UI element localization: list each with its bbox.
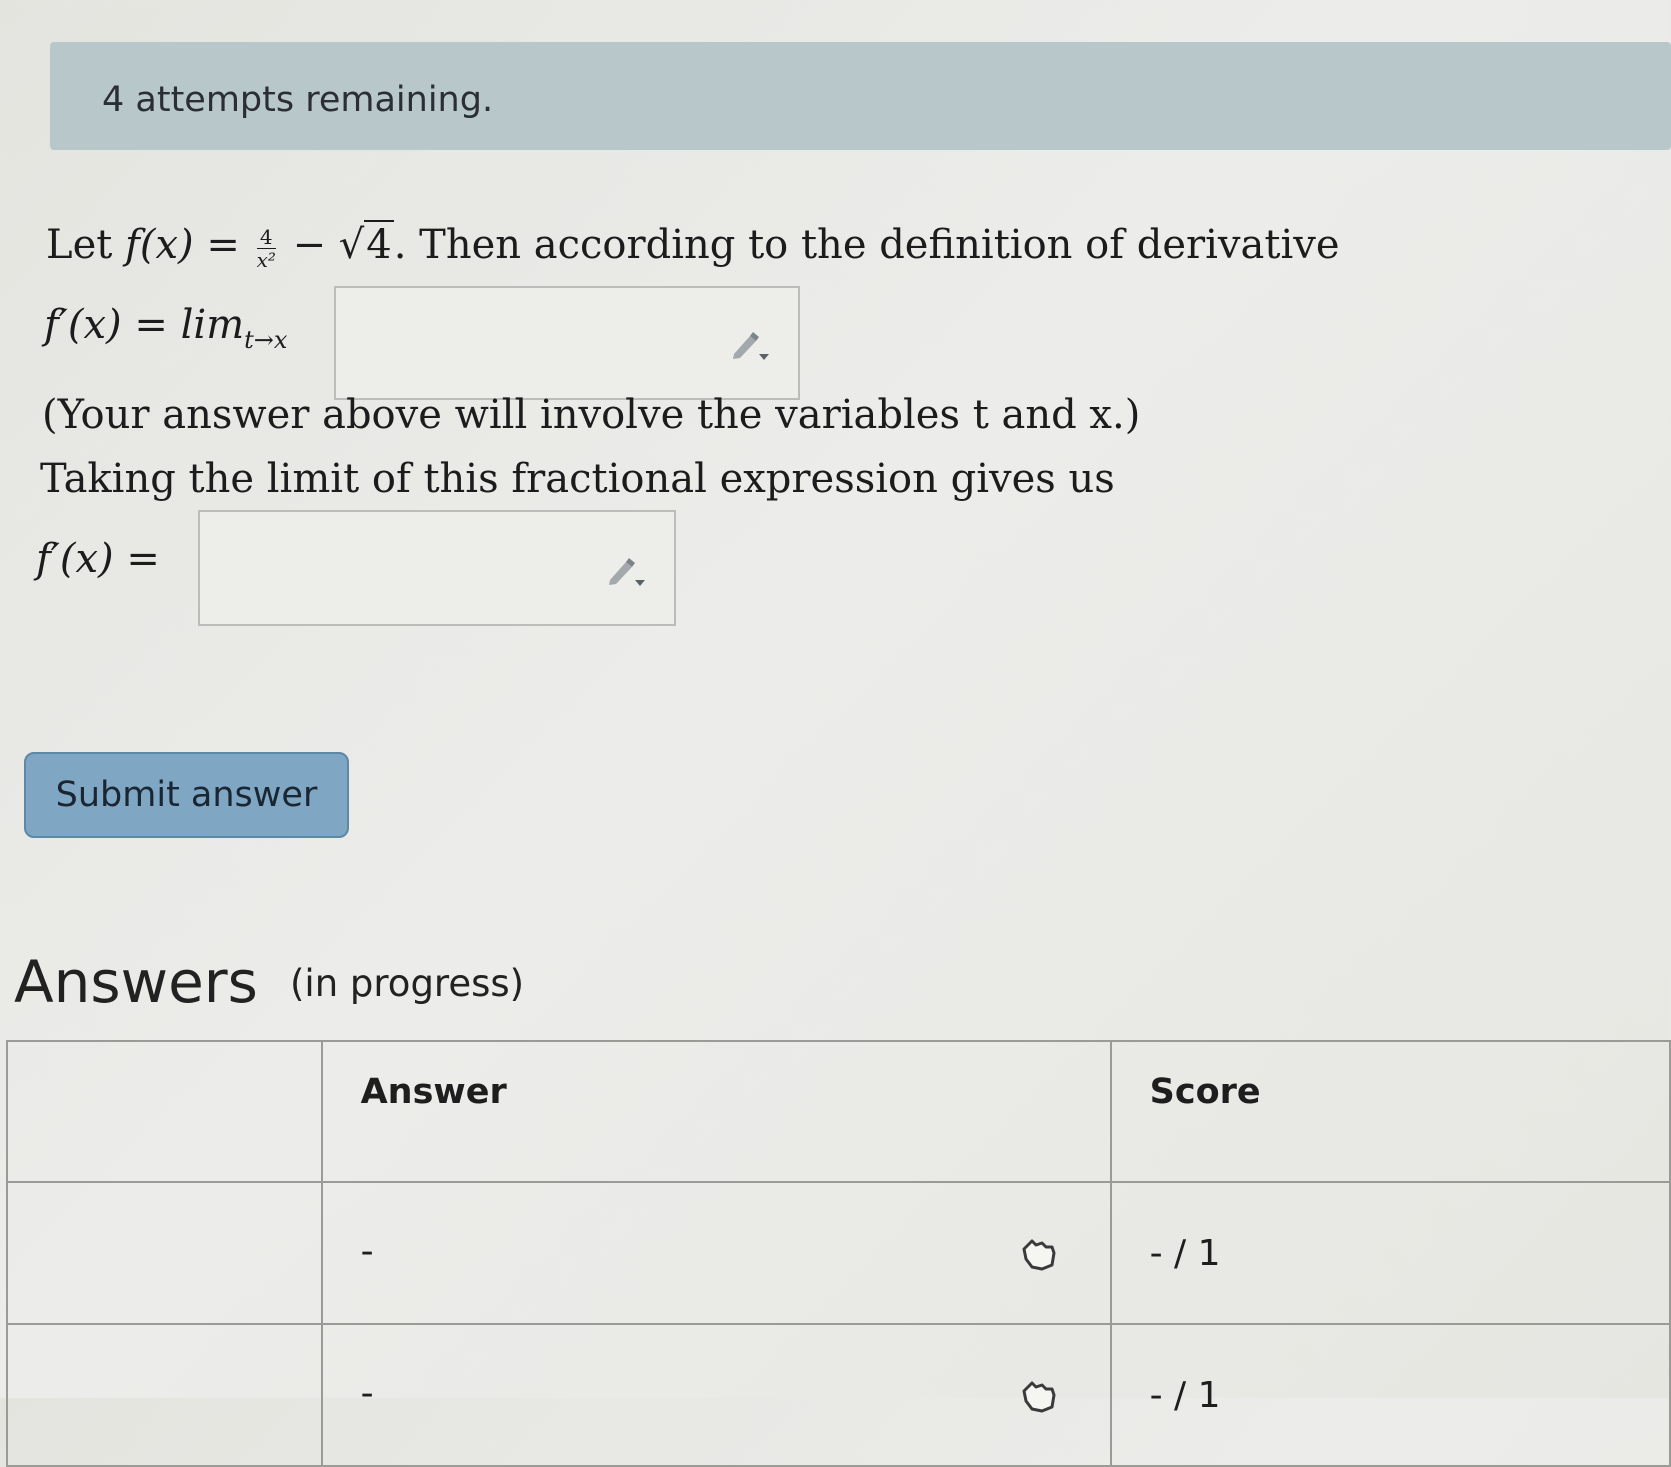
table-row: - - / 1 (6, 1323, 1671, 1467)
answers-heading: Answers (14, 948, 258, 1016)
answers-table: Answer Score - - / 1 - - / 1 (6, 1040, 1671, 1467)
pencil-dropdown-icon[interactable] (606, 554, 648, 588)
fraction: 4 x² (256, 224, 276, 272)
derivative-answer-input[interactable] (198, 510, 676, 626)
answer-cell: - (320, 1181, 1112, 1325)
fprime-label: f′(x) = (36, 536, 160, 582)
pencil-dropdown-icon[interactable] (730, 328, 772, 362)
score-cell: - / 1 (1109, 1181, 1671, 1325)
pointing-hand-icon[interactable] (1018, 1235, 1058, 1275)
column-header-blank (6, 1040, 323, 1183)
answers-status: (in progress) (290, 962, 525, 1005)
limit-answer-input[interactable] (334, 286, 800, 400)
table-header-row: Answer Score (6, 1040, 1671, 1183)
row-label-cell (6, 1323, 323, 1467)
answer-cell: - (320, 1323, 1112, 1467)
attempts-banner: 4 attempts remaining. (50, 42, 1671, 150)
column-header-score: Score (1109, 1040, 1671, 1183)
row-label-cell (6, 1181, 323, 1325)
question-line-1: Let f(x) = 4 x² − √4. Then according to t… (46, 220, 1340, 272)
taking-limit-line: Taking the limit of this fractional expr… (40, 456, 1115, 502)
score-cell: - / 1 (1109, 1323, 1671, 1467)
pointing-hand-icon[interactable] (1018, 1377, 1058, 1417)
attempts-text: 4 attempts remaining. (102, 80, 494, 120)
answer-value: - (360, 1231, 374, 1272)
submit-answer-button[interactable]: Submit answer (24, 752, 349, 838)
column-header-answer: Answer (320, 1040, 1112, 1183)
table-row: - - / 1 (6, 1181, 1671, 1325)
note-line: (Your answer above will involve the vari… (42, 392, 1141, 438)
limit-line: f′(x) = limt→x (44, 302, 288, 354)
answer-value: - (360, 1373, 374, 1414)
